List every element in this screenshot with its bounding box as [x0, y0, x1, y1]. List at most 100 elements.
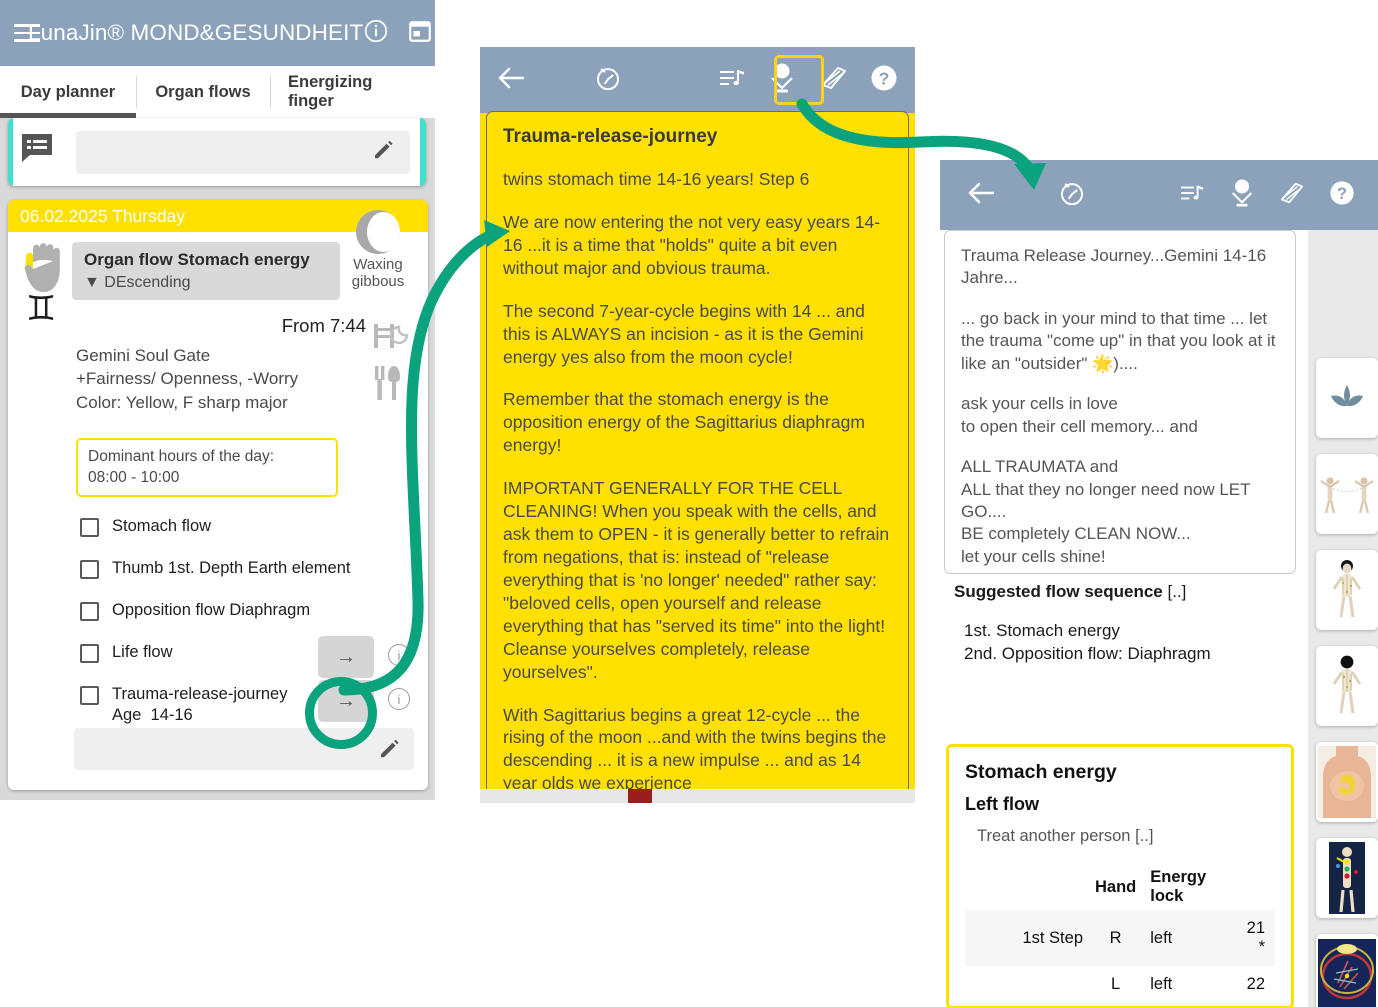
paragraph: Remember that the stomach energy is the …	[503, 389, 865, 456]
soul-gate-block: Gemini Soul Gate +Fairness/ Openness, -W…	[76, 344, 396, 414]
meridian-front-thumbnail[interactable]	[1316, 550, 1378, 630]
col-hand: Hand	[1095, 877, 1137, 896]
checklist-label: Life flow	[112, 643, 173, 661]
tab-label: Day planner	[20, 82, 116, 101]
mid-bottom-strip	[480, 789, 915, 803]
checklist-label: Thumb 1st. Depth Earth element	[112, 559, 351, 577]
table-header-row: Hand Energy lock	[965, 864, 1275, 910]
paragraph: The second 7-year-cycle begins with 14 .…	[503, 300, 865, 367]
calendar-icon[interactable]	[407, 18, 433, 49]
journey-paragraph: ask your cells in love to open their cel…	[961, 394, 1198, 436]
moon-phase: Waxing gibbous	[346, 210, 410, 291]
card-edge-right	[420, 118, 426, 186]
playlist-music-icon[interactable]	[1180, 182, 1206, 209]
moon-phase-icon	[356, 210, 400, 254]
arrow-right-icon: →	[336, 645, 356, 668]
paragraph: With Sagittarius begins a great 12-cycle…	[503, 704, 887, 794]
timer-icon[interactable]	[594, 64, 622, 97]
strip-red-block	[628, 789, 652, 803]
moon-phase-label-1: Waxing	[353, 256, 403, 273]
cell-lock: left	[1150, 975, 1173, 993]
sequence-item: 1st. Stomach energy	[964, 621, 1120, 640]
timer-icon[interactable]	[1058, 179, 1086, 212]
table-row[interactable]: 1st Step R left 21 *	[965, 910, 1275, 966]
energy-circle-thumbnail[interactable]	[1316, 934, 1378, 1007]
open-life-flow-button[interactable]: →	[318, 636, 374, 678]
soul-gate-line-1: Gemini Soul Gate	[76, 346, 211, 365]
note-top-input[interactable]	[76, 131, 410, 174]
illustration-thumbnail-rail[interactable]	[1308, 230, 1378, 1007]
two-figures-thumbnail[interactable]	[1316, 454, 1378, 534]
table-row[interactable]: L left 22	[965, 966, 1275, 1003]
trauma-journey-title: Trauma-release-journey	[503, 126, 718, 147]
back-arrow-icon[interactable]	[496, 65, 526, 96]
cell-number: 21 *	[1236, 910, 1275, 966]
checklist-item-life-flow[interactable]: Life flow → i	[80, 636, 410, 678]
demonstration-photo-row	[949, 1003, 1291, 1006]
help-icon[interactable]: ?	[869, 63, 899, 98]
tab-bar: Day planner Organ flows Energizing finge…	[0, 66, 435, 119]
bed-moon-icon	[370, 318, 409, 354]
highlight-circle-trauma-button	[305, 677, 377, 749]
organ-flow-chip[interactable]: Organ flow Stomach energy ▼ DEscending	[72, 242, 340, 300]
paragraph: twins stomach time 14-16 years! Step 6	[503, 169, 810, 189]
sequence-heading-suffix[interactable]: [..]	[1163, 582, 1186, 601]
suggested-flow-sequence-heading: Suggested flow sequence [..]	[954, 582, 1186, 602]
meridian-body-thumbnail[interactable]	[1316, 646, 1378, 726]
app-title: LunaJin® MOND&GESUNDHEIT	[28, 20, 364, 45]
treat-another-person-link[interactable]: Treat another person [..]	[965, 827, 1275, 846]
checkbox[interactable]	[80, 560, 99, 579]
col-step	[965, 864, 1093, 910]
stomach-anatomy-thumbnail[interactable]	[1316, 742, 1378, 822]
note-list-icon	[20, 132, 54, 164]
trauma-journey-info-icon[interactable]: i	[388, 688, 410, 710]
dominant-hours-value: 08:00 - 10:00	[88, 468, 180, 486]
suggested-flow-sequence-list: 1st. Stomach energy 2nd. Opposition flow…	[964, 620, 1211, 666]
date-text: 06.02.2025 Thursday	[20, 205, 186, 226]
trauma-journey-window: ? Trauma-release-journey twins stomach t…	[480, 47, 915, 803]
dominant-hours-label: Dominant hours of the day:	[88, 448, 275, 465]
left-app-bar: LunaJin® MOND&GESUNDHEIT	[0, 0, 435, 66]
microphone-icon[interactable]	[1228, 177, 1256, 214]
checklist-item-stomach-flow[interactable]: Stomach flow	[80, 516, 410, 537]
day-planner-window: LunaJin® MOND&GESUNDHEIT Day planner Org…	[0, 0, 435, 800]
sequence-heading-text: Suggested flow sequence	[954, 582, 1163, 601]
energy-card-title: Stomach energy	[965, 761, 1117, 783]
paragraph: We are now entering the not very easy ye…	[503, 211, 881, 278]
checkbox[interactable]	[80, 686, 99, 705]
checkbox[interactable]	[80, 644, 99, 663]
tab-energizing-finger[interactable]: Energizing finger	[270, 66, 435, 118]
checkbox[interactable]	[80, 518, 99, 537]
tab-day-planner[interactable]: Day planner	[0, 66, 136, 119]
tab-label: Organ flows	[155, 82, 251, 101]
journey-text-box[interactable]: Trauma Release Journey...Gemini 14-16 Ja…	[944, 230, 1296, 574]
food-utensils-icon	[372, 364, 404, 400]
help-icon[interactable]: ?	[1328, 179, 1356, 212]
checklist-label: Trauma-release-journey Age 14-16	[112, 685, 288, 724]
chakra-figure-thumbnail[interactable]	[1316, 838, 1378, 918]
book-icon[interactable]	[1278, 181, 1306, 210]
note-card-top	[8, 118, 426, 186]
checklist-item-opposition-flow[interactable]: Opposition flow Diaphragm	[80, 600, 410, 621]
hand-icon	[20, 242, 70, 296]
pencil-icon[interactable]	[372, 138, 396, 167]
checkbox[interactable]	[80, 602, 99, 621]
tab-organ-flows[interactable]: Organ flows	[136, 66, 270, 118]
playlist-music-icon[interactable]	[719, 66, 747, 95]
soul-gate-line-3: Color: Yellow, F sharp major	[76, 392, 288, 412]
right-content-area: Trauma Release Journey...Gemini 14-16 Ja…	[940, 230, 1308, 1007]
svg-text:?: ?	[879, 68, 890, 88]
sequence-item: 2nd. Opposition flow: Diaphragm	[964, 643, 1211, 663]
zodiac-gemini-icon: ♊	[26, 290, 57, 328]
energy-card-subtitle: Left flow	[965, 794, 1039, 814]
cell-lock: left	[1138, 910, 1237, 966]
tab-label: Energizing finger	[288, 73, 373, 110]
pencil-icon[interactable]	[378, 737, 402, 766]
life-flow-info-icon[interactable]: i	[388, 644, 410, 666]
checklist-item-thumb-earth[interactable]: Thumb 1st. Depth Earth element	[80, 558, 410, 579]
cell-number: 22	[1246, 975, 1265, 993]
back-arrow-icon[interactable]	[966, 180, 996, 211]
lotus-thumbnail[interactable]	[1316, 358, 1378, 438]
info-icon[interactable]	[363, 18, 389, 49]
paragraph: IMPORTANT GENERALLY FOR THE CELL CLEANIN…	[503, 478, 890, 682]
